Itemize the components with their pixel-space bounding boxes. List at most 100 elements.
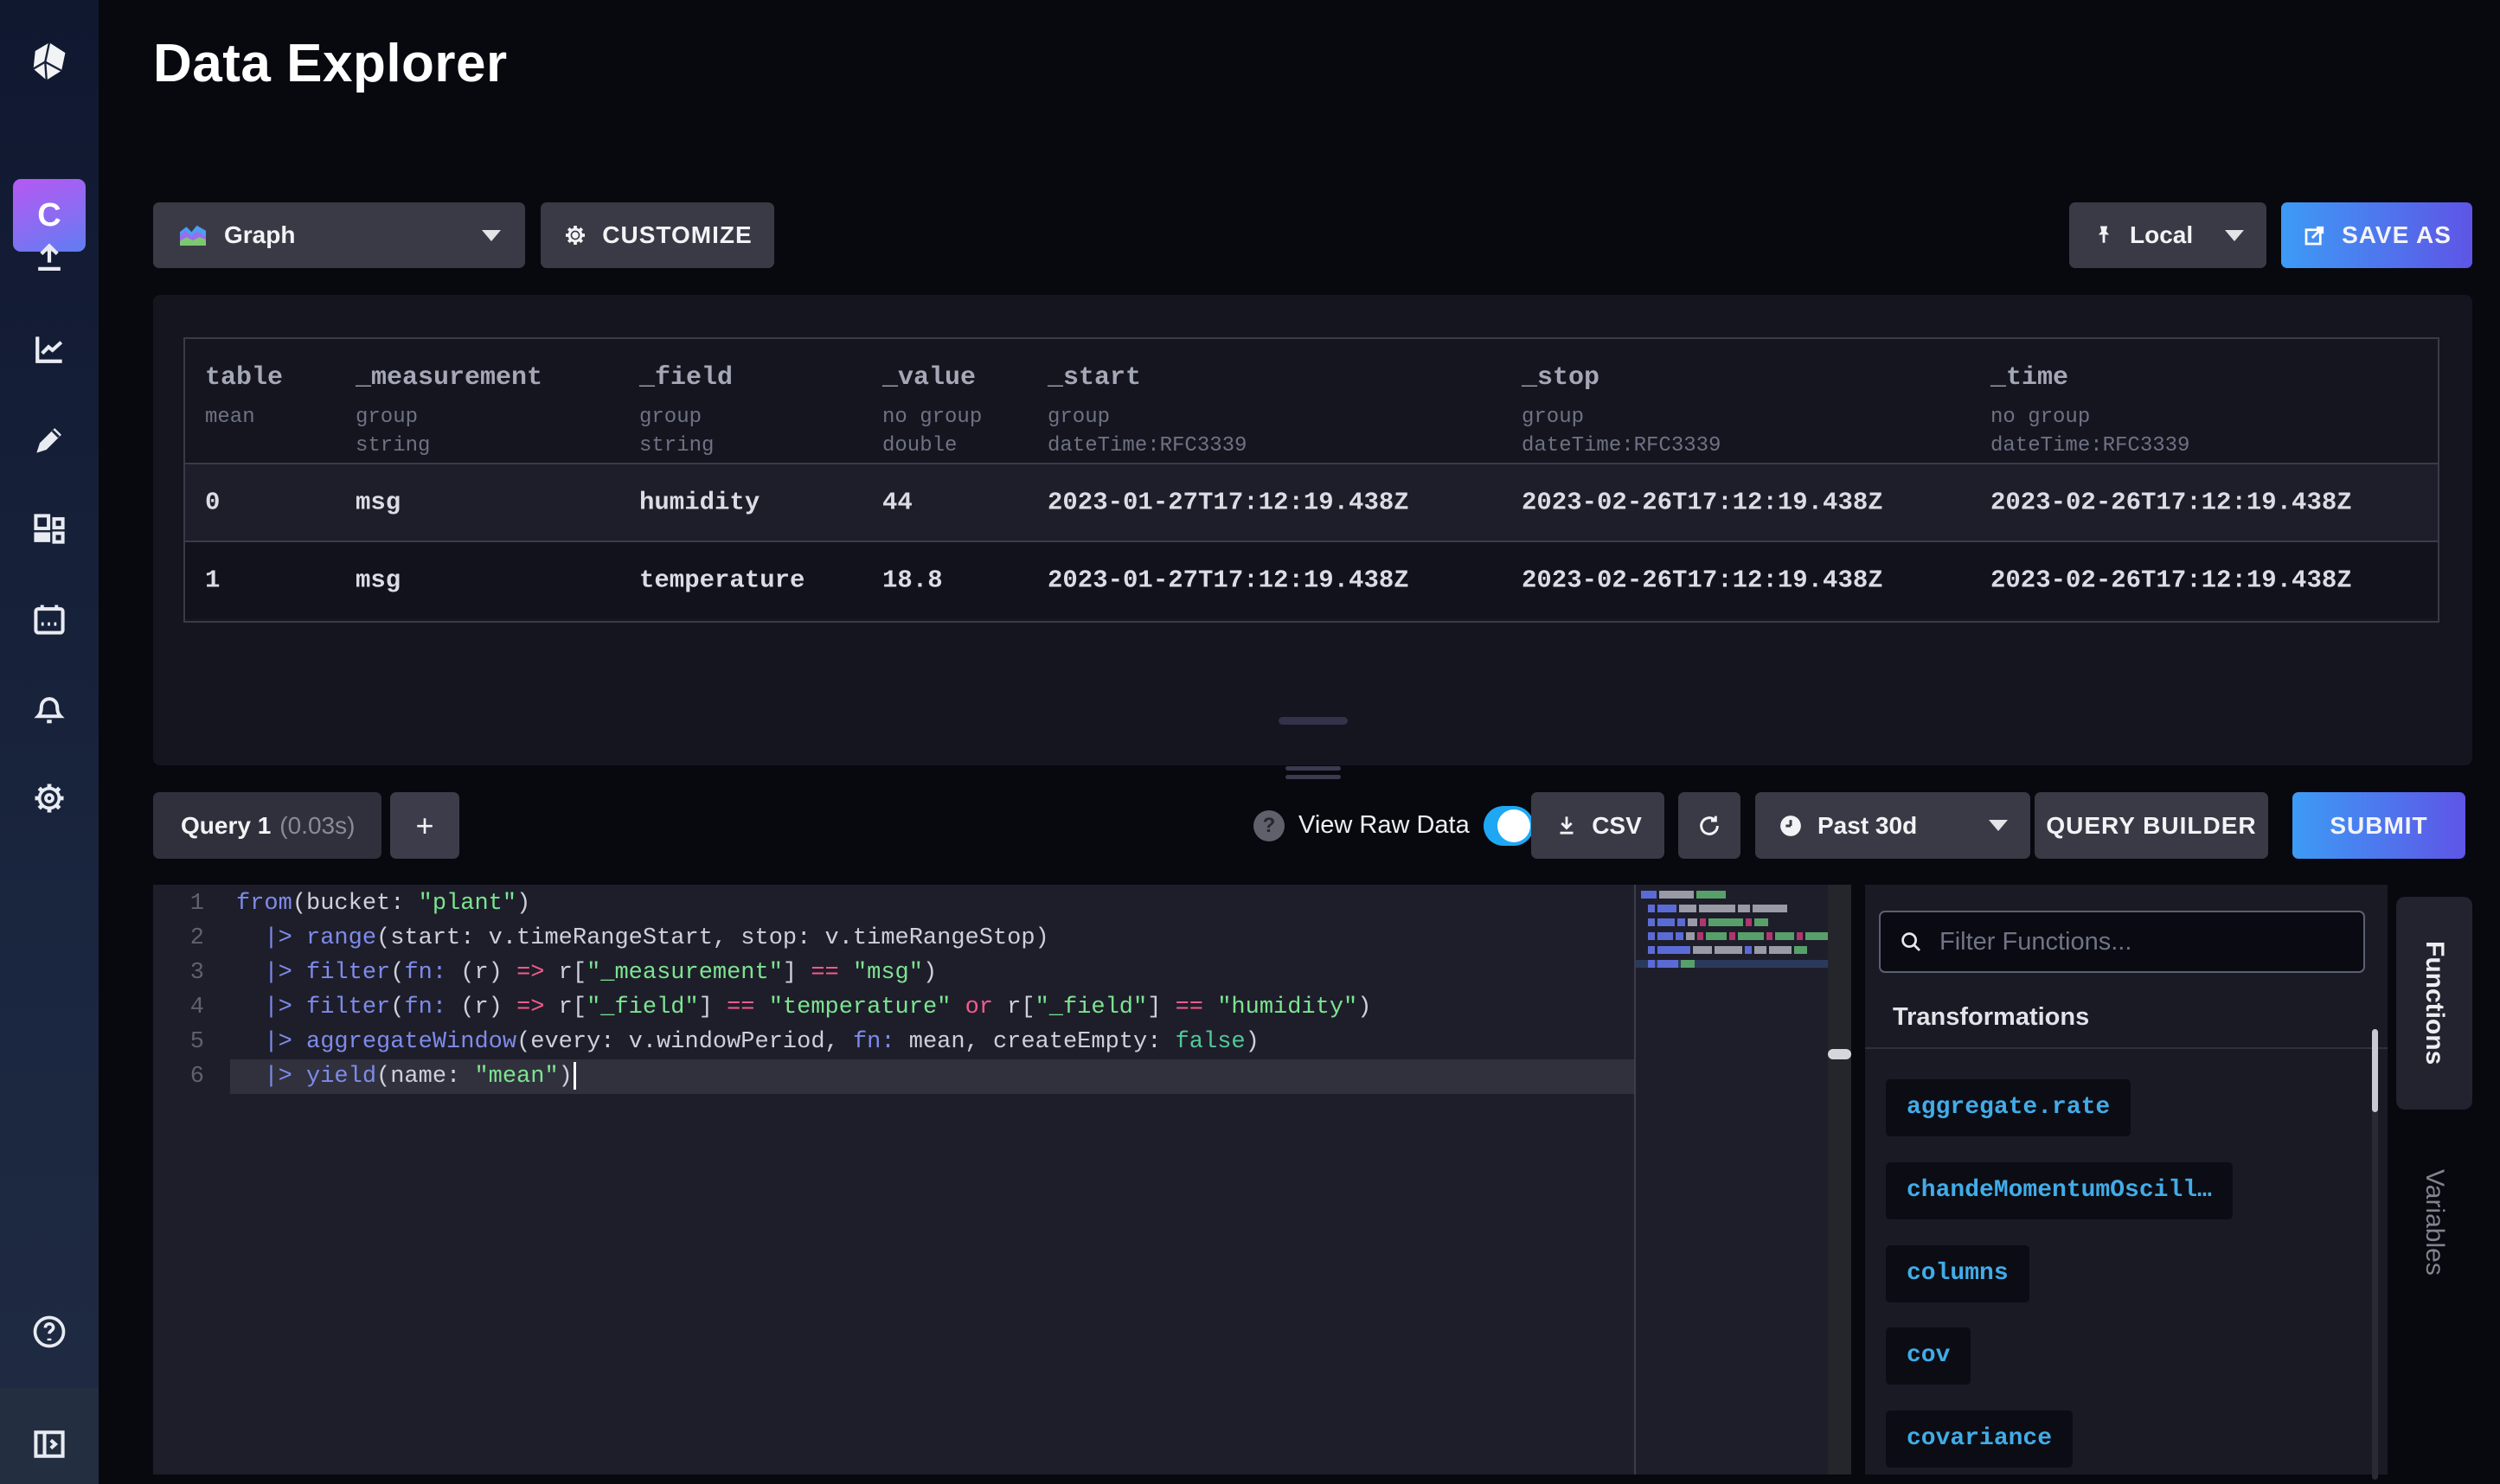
code-line[interactable]: 2 |> range(start: v.timeRangeStart, stop…	[153, 921, 1634, 956]
function-chip[interactable]: chandeMomentumOscill…	[1886, 1162, 2233, 1219]
table-cell: 18.8	[882, 566, 943, 595]
table-row: 1msgtemperature18.82023-01-27T17:12:19.4…	[185, 541, 2438, 618]
tab-functions[interactable]: Functions	[2396, 897, 2472, 1110]
add-query-button[interactable]: +	[390, 792, 459, 859]
sidebar-expand-button[interactable]	[0, 1416, 99, 1473]
sidebar-item-tasks[interactable]	[0, 592, 99, 649]
export-icon	[2302, 222, 2328, 248]
code-line[interactable]: 1from(bucket: "plant")	[153, 886, 1634, 921]
editor-minimap[interactable]	[1634, 885, 1828, 1474]
table-cell: 2023-01-27T17:12:19.438Z	[1048, 566, 1409, 595]
line-number: 4	[153, 990, 230, 1025]
scrollbar-thumb[interactable]	[2372, 1029, 2378, 1112]
sidebar-item-notebooks[interactable]	[0, 412, 99, 469]
visualization-type-dropdown[interactable]: Graph	[153, 202, 525, 268]
expand-sidebar-icon	[30, 1425, 68, 1463]
function-chip[interactable]: covariance	[1886, 1410, 2073, 1468]
table-column-header: _stopgroupdateTime:RFC3339	[1522, 339, 1721, 460]
view-raw-data-label: View Raw Data	[1298, 811, 1470, 840]
line-number: 6	[153, 1059, 230, 1094]
table-cell: msg	[356, 489, 401, 517]
pencil-icon	[30, 421, 68, 459]
help-icon	[30, 1313, 68, 1351]
bell-icon	[30, 690, 68, 728]
raw-data-help-icon[interactable]: ?	[1253, 810, 1285, 841]
line-graph-icon	[30, 330, 68, 368]
table-cell: 2023-02-26T17:12:19.438Z	[1990, 489, 2352, 517]
functions-list-scrollbar[interactable]	[2372, 1029, 2378, 1480]
table-header-row: tablemean_measurementgroupstring_fieldgr…	[185, 339, 2438, 463]
table-cell: 2023-02-26T17:12:19.438Z	[1522, 566, 1883, 595]
divider-drag-thumb[interactable]	[1828, 1049, 1851, 1059]
refresh-button[interactable]	[1678, 792, 1740, 859]
chevron-down-icon	[1989, 820, 2008, 831]
code-line[interactable]: 4 |> filter(fn: (r) => r["_field"] == "t…	[153, 990, 1634, 1025]
code-line[interactable]: 5 |> aggregateWindow(every: v.windowPeri…	[153, 1025, 1634, 1059]
sidebar-item-help[interactable]	[0, 1303, 99, 1360]
functions-section-label: Transformations	[1893, 1003, 2089, 1032]
gear-icon	[562, 222, 588, 248]
page-title: Data Explorer	[153, 33, 508, 94]
section-divider	[1865, 1047, 2388, 1049]
save-as-button[interactable]: SAVE AS	[2281, 202, 2472, 268]
table-horizontal-scrollbar[interactable]	[1279, 717, 1348, 725]
visualization-type-label: Graph	[224, 221, 295, 249]
editor-panel-divider[interactable]	[1828, 885, 1851, 1474]
sidebar-item-load-data[interactable]	[0, 230, 99, 287]
sidebar-item-settings[interactable]	[0, 770, 99, 827]
table-column-header: tablemean	[205, 339, 283, 432]
query-tab[interactable]: Query 1 (0.03s)	[153, 792, 381, 859]
sidebar-item-dashboards[interactable]	[0, 501, 99, 558]
functions-search-input[interactable]	[1939, 928, 2346, 956]
sidebar: C	[0, 0, 99, 1484]
function-chip[interactable]: columns	[1886, 1245, 2029, 1302]
table-cell: 2023-02-26T17:12:19.438Z	[1522, 489, 1883, 517]
view-raw-data-toggle[interactable]	[1484, 806, 1534, 846]
tab-variables[interactable]: Variables	[2396, 1166, 2472, 1278]
clock-icon	[1778, 813, 1804, 839]
sidebar-item-alerts[interactable]	[0, 681, 99, 738]
time-range-dropdown[interactable]: Past 30d	[1755, 792, 2030, 859]
table-column-header: _startgroupdateTime:RFC3339	[1048, 339, 1247, 460]
code-line[interactable]: 6 |> yield(name: "mean")	[153, 1059, 1634, 1094]
flux-code-editor[interactable]: 1from(bucket: "plant")2 |> range(start: …	[153, 885, 1828, 1474]
table-column-header: _timeno groupdateTime:RFC3339	[1990, 339, 2189, 460]
chevron-down-icon	[2225, 230, 2244, 241]
chevron-down-icon	[482, 230, 501, 241]
gear-icon	[30, 779, 68, 817]
customize-button[interactable]: CUSTOMIZE	[541, 202, 774, 268]
table-cell: 1	[205, 566, 220, 595]
functions-panel: Transformations aggregate.rate chandeMome…	[1865, 885, 2388, 1474]
table-column-header: _fieldgroupstring	[639, 339, 733, 460]
function-chip[interactable]: aggregate.rate	[1886, 1079, 2131, 1136]
search-icon	[1898, 929, 1924, 955]
table-column-header: _valueno groupdouble	[882, 339, 982, 460]
csv-download-button[interactable]: CSV	[1531, 792, 1664, 859]
save-location-dropdown[interactable]: Local	[2069, 202, 2266, 268]
toggle-knob	[1497, 809, 1530, 842]
table-cell: temperature	[639, 566, 804, 595]
raw-data-panel: tablemean_measurementgroupstring_fieldgr…	[153, 295, 2472, 765]
customize-label: CUSTOMIZE	[602, 221, 752, 249]
line-number: 1	[153, 886, 230, 921]
line-number: 3	[153, 956, 230, 990]
raw-data-table: tablemean_measurementgroupstring_fieldgr…	[183, 337, 2439, 623]
save-location-label: Local	[2130, 221, 2193, 249]
table-cell: 0	[205, 489, 220, 517]
refresh-icon	[1696, 812, 1723, 840]
download-icon	[1554, 813, 1580, 839]
table-cell: humidity	[639, 489, 760, 517]
query-builder-button[interactable]: QUERY BUILDER	[2035, 792, 2268, 859]
submit-button[interactable]: SUBMIT	[2292, 792, 2465, 859]
line-number: 5	[153, 1025, 230, 1059]
function-chip[interactable]: cov	[1886, 1327, 1971, 1385]
panel-resize-handle[interactable]	[1285, 766, 1341, 784]
influxdb-logo-icon[interactable]	[0, 19, 99, 106]
functions-search-box[interactable]	[1879, 911, 2365, 973]
dashboards-icon	[30, 510, 68, 548]
code-line[interactable]: 3 |> filter(fn: (r) => r["_measurement"]…	[153, 956, 1634, 990]
table-cell: 2023-02-26T17:12:19.438Z	[1990, 566, 2352, 595]
query-tab-label: Query 1	[181, 812, 271, 840]
graph-type-icon	[177, 220, 208, 251]
sidebar-item-data-explorer[interactable]	[0, 321, 99, 378]
